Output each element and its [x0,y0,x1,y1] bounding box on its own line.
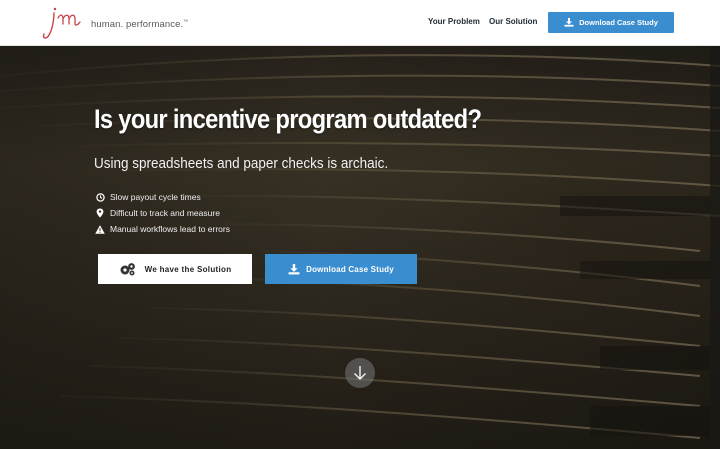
download-icon [288,263,300,274]
hero-subtitle: Using spreadsheets and paper checks is a… [94,155,389,172]
download-case-study-button[interactable]: Download Case Study [265,254,417,284]
tagline-text: human. performance. [91,19,184,31]
bullet-text: Difficult to track and measure [110,208,220,218]
brand-tagline: human. performance.™ [91,19,188,30]
clock-icon [95,192,105,202]
trademark-mark: ™ [183,19,189,25]
warning-icon [95,224,105,234]
top-navbar: human. performance.™ Your Problem Our So… [0,0,720,46]
we-have-the-solution-button[interactable]: We have the Solution [98,254,252,284]
gears-icon [120,263,135,276]
bullet-item: Manual workflows lead to errors [95,221,230,237]
jm-logo-icon [42,7,81,39]
bullet-item: Slow payout cycle times [95,189,230,205]
hero-bullet-list: Slow payout cycle times Difficult to tra… [95,189,230,237]
hero-title: Is your incentive program outdated? [94,104,482,134]
nav-our-solution[interactable]: Our Solution [489,17,537,26]
bullet-text: Slow payout cycle times [110,192,201,202]
bullet-item: Difficult to track and measure [95,205,230,221]
page-edge-strip [710,46,720,449]
bullet-text: Manual workflows lead to errors [110,224,230,234]
download-button-label: Download Case Study [306,264,394,274]
brand-logo-link[interactable]: human. performance.™ [40,2,188,42]
download-icon [564,18,574,27]
scroll-down-button[interactable] [345,358,375,388]
solution-button-label: We have the Solution [144,264,232,274]
header-cta-label: Download Case Study [579,18,658,27]
arrow-down-icon [354,366,366,380]
header-download-case-study-button[interactable]: Download Case Study [548,12,674,33]
map-pin-icon [95,208,105,218]
nav-your-problem[interactable]: Your Problem [428,17,480,26]
